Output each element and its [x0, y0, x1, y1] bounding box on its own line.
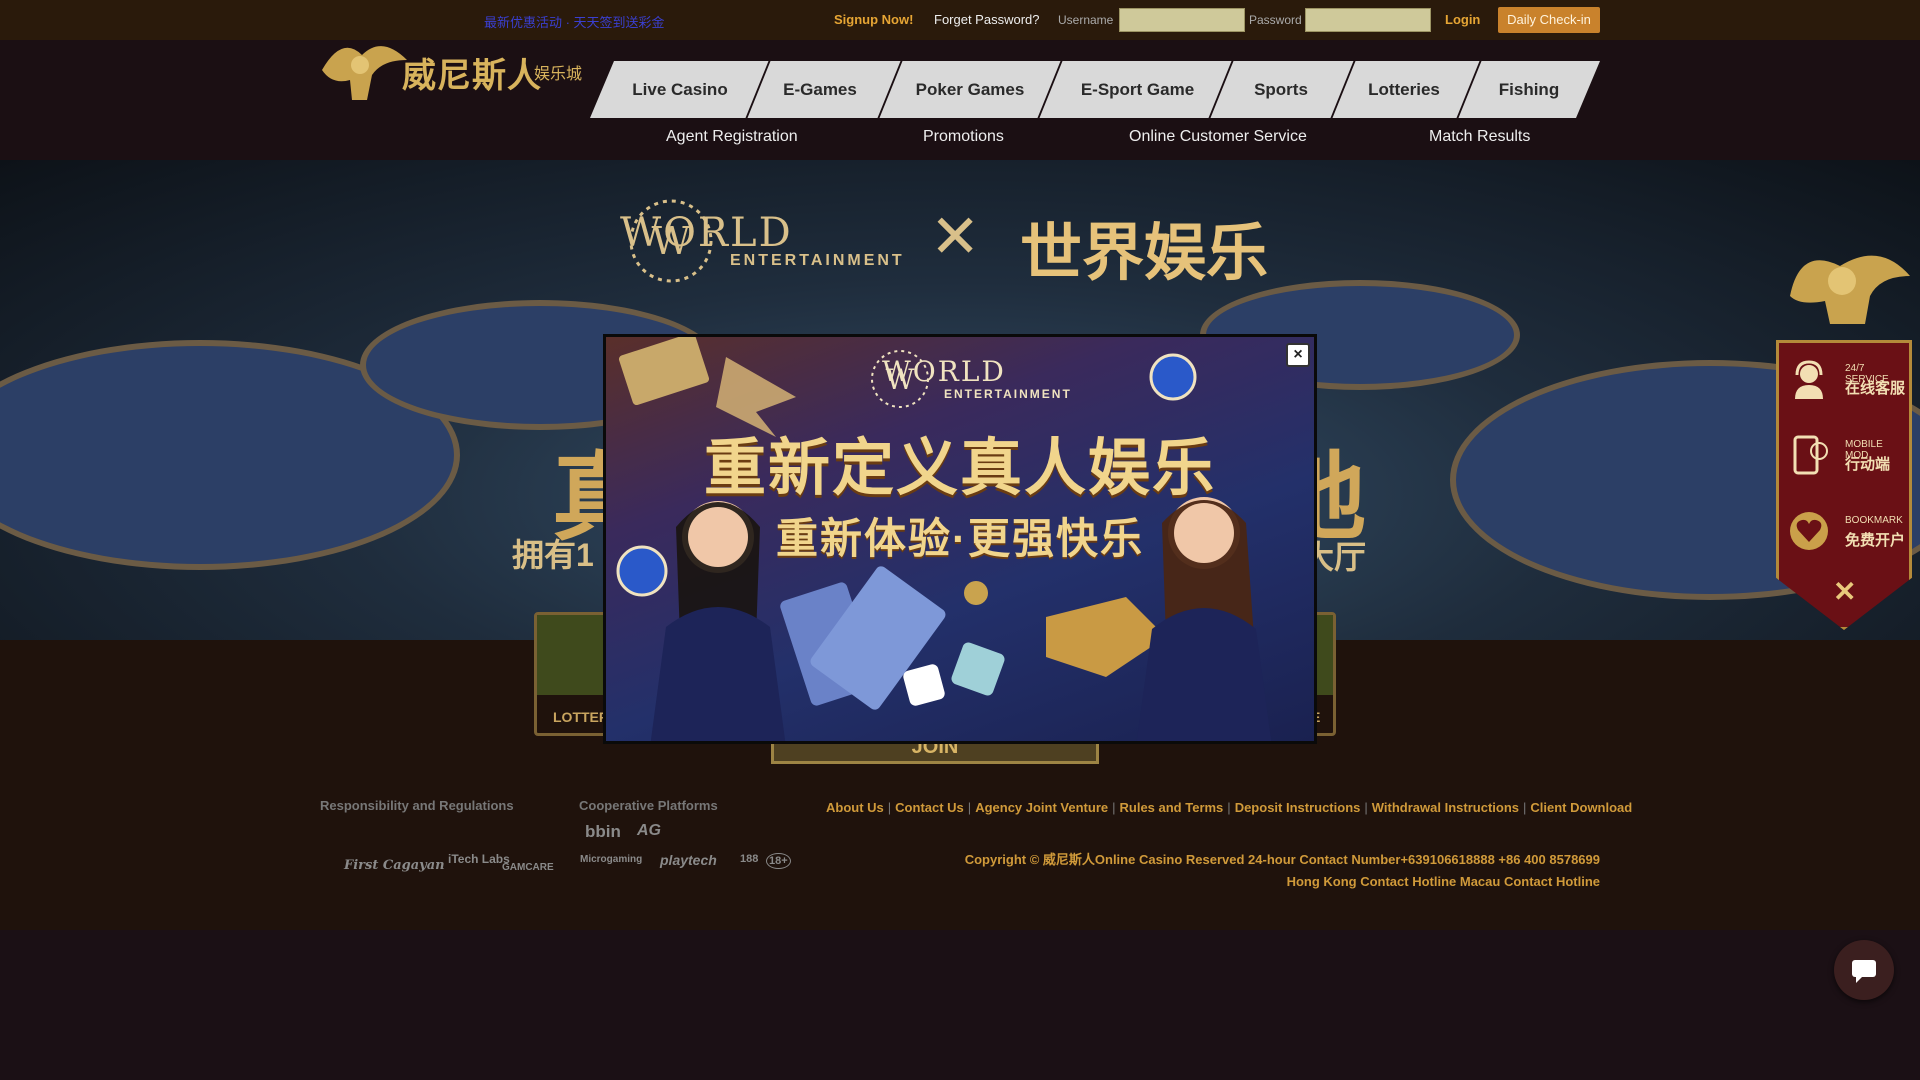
nav-lotteries[interactable]: Lotteries: [1354, 61, 1454, 118]
footer-responsibility-heading: Responsibility and Regulations: [320, 798, 514, 813]
nav-e-sport-game[interactable]: E-Sport Game: [1060, 61, 1215, 118]
side-bookmark-en: BOOKMARK: [1845, 515, 1903, 526]
footer-links: About Us | Contact Us | Agency Joint Venture…: [826, 800, 1632, 815]
footer-link-separator: |: [887, 800, 892, 815]
banner-tagline-left: 拥有1: [512, 537, 594, 573]
side-item-mobile[interactable]: MOBILE MOD 行动端: [1785, 425, 1905, 491]
footer-about-us-link[interactable]: About Us: [826, 800, 884, 815]
headset-agent-icon: [1795, 360, 1823, 399]
footer-link-separator: |: [967, 800, 972, 815]
popup-title: 重新定义真人娱乐: [703, 434, 1216, 503]
nav-live-casino[interactable]: Live Casino: [620, 61, 740, 118]
logo-subtext: 娱乐城: [534, 64, 583, 83]
footer-deposit-link[interactable]: Deposit Instructions: [1235, 800, 1361, 815]
subnav-match-results[interactable]: Match Results: [1429, 128, 1530, 146]
playtech-logo: playtech: [660, 852, 717, 868]
username-input[interactable]: [1119, 8, 1245, 32]
mobile-phone-icon: [1793, 435, 1828, 475]
side-item-bookmark[interactable]: BOOKMARK 免费开户: [1785, 501, 1905, 567]
winged-lion-icon: [322, 46, 407, 100]
banner-world-text: WORLD: [620, 210, 793, 256]
popup-close-button[interactable]: ×: [1286, 343, 1310, 367]
logo-text: 威尼斯人: [402, 56, 542, 96]
chat-icon: [1852, 960, 1876, 983]
popup-subtitle: 重新体验·更强快乐: [776, 515, 1144, 562]
gamcare-logo: GAMCARE: [502, 862, 554, 873]
microgaming-logo: Microgaming: [580, 854, 643, 865]
footer-contact-us-link[interactable]: Contact Us: [895, 800, 964, 815]
side-mobile-cn: 行动端: [1845, 456, 1891, 473]
footer-withdrawal-link[interactable]: Withdrawal Instructions: [1372, 800, 1519, 815]
popup-entertainment-text: ENTERTAINMENT: [944, 387, 1072, 401]
side-bookmark-cn: 免费开户: [1845, 532, 1906, 549]
password-input[interactable]: [1305, 8, 1431, 32]
age-18-icon: 18+: [766, 853, 791, 869]
banner-entertainment-text: ENTERTAINMENT: [730, 252, 905, 269]
banner-cn-title: 世界娱乐: [1020, 219, 1269, 288]
subnav-customer-service[interactable]: Online Customer Service: [1129, 128, 1307, 146]
winged-lion-icon: [1790, 255, 1910, 324]
site-logo[interactable]: 威尼斯人 娱乐城: [312, 30, 582, 112]
signup-link[interactable]: Signup Now!: [834, 12, 913, 27]
nav-poker-games[interactable]: Poker Games: [900, 61, 1040, 118]
top-bar: 最新优惠活动 · 天天签到送彩金 Signup Now! Forget Pass…: [0, 0, 1920, 40]
side-item-service[interactable]: 24/7 SERVICE 在线客服: [1785, 349, 1905, 415]
side-service-panel: 24/7 SERVICE 在线客服 MOBILE MOD 行动端 BOOKMAR…: [1776, 340, 1912, 630]
footer-link-separator: |: [1523, 800, 1527, 815]
footer-link-separator: |: [1227, 800, 1231, 815]
footer-hotline: Hong Kong Contact Hotline Macau Contact …: [1286, 874, 1600, 889]
footer-agency-link[interactable]: Agency Joint Venture: [975, 800, 1108, 815]
page-bottom-area: [0, 930, 1920, 1080]
footer-cooperative-heading: Cooperative Platforms: [579, 798, 718, 813]
side-panel-close-button[interactable]: ✕: [1833, 575, 1856, 608]
promo-notice-link[interactable]: 最新优惠活动 · 天天签到送彩金: [484, 12, 665, 31]
188-logo: 188: [740, 853, 759, 865]
promo-popup[interactable]: W WORLD ENTERTAINMENT 重新定义真人娱乐 重新体验·更强快乐…: [603, 334, 1317, 744]
nav-fishing[interactable]: Fishing: [1484, 61, 1574, 118]
footer-link-separator: |: [1112, 800, 1116, 815]
footer-client-download-link[interactable]: Client Download: [1530, 800, 1632, 815]
nav-e-games[interactable]: E-Games: [770, 61, 870, 118]
footer-rules-link[interactable]: Rules and Terms: [1120, 800, 1224, 815]
footer-link-separator: |: [1364, 800, 1368, 815]
footer-copyright: Copyright © 威尼斯人Online Casino Reserved 2…: [964, 852, 1600, 867]
password-label: Password: [1249, 13, 1302, 27]
bbin-logo: bbin: [585, 822, 621, 841]
daily-checkin-button[interactable]: Daily Check-in: [1498, 7, 1600, 33]
live-chat-button[interactable]: [1834, 940, 1894, 1000]
subnav-promotions[interactable]: Promotions: [923, 128, 1004, 146]
username-label: Username: [1058, 13, 1114, 27]
subnav-agent-registration[interactable]: Agent Registration: [666, 128, 798, 146]
itech-labs-logo: iTech Labs: [448, 852, 510, 866]
side-service-cn: 在线客服: [1845, 380, 1906, 397]
ag-logo: AG: [637, 822, 661, 839]
popup-world-text: WORLD: [882, 355, 1006, 388]
login-button[interactable]: Login: [1445, 12, 1480, 27]
nav-sports[interactable]: Sports: [1236, 61, 1326, 118]
forget-password-link[interactable]: Forget Password?: [934, 12, 1040, 27]
first-cagayan-logo: First Cagayan: [344, 858, 445, 873]
heart-bookmark-icon: [1790, 512, 1828, 550]
banner-cross: ✕: [930, 203, 981, 270]
